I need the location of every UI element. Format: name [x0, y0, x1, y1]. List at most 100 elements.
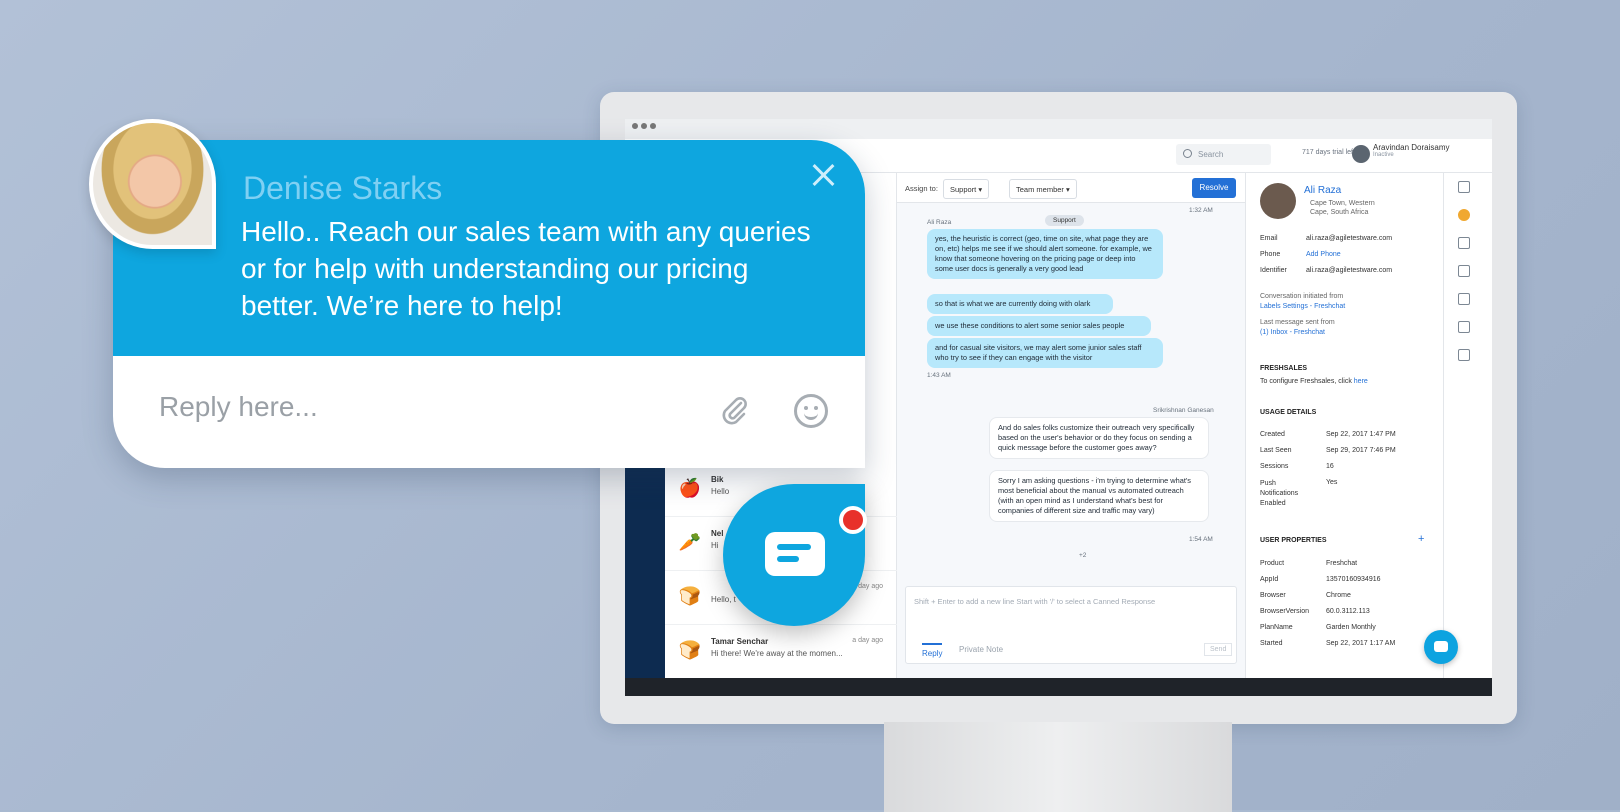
- bread-avatar: 🍞: [678, 640, 702, 660]
- conv-name: Bik: [711, 475, 724, 484]
- contact-location: Cape Town, Western Cape, South Africa: [1310, 200, 1375, 216]
- usage-value: Sep 22, 2017 1:47 PM: [1326, 431, 1396, 438]
- usage-value: 16: [1326, 463, 1334, 470]
- mini-chat-launcher[interactable]: [1424, 630, 1458, 664]
- contact-icon[interactable]: [1458, 181, 1470, 193]
- conversation-toolbar: Assign to: Support ▾ Team member ▾ Resol…: [897, 173, 1245, 203]
- integration-icon[interactable]: [1458, 265, 1470, 277]
- chart-icon[interactable]: [1458, 237, 1470, 249]
- prop-value: Freshchat: [1326, 560, 1358, 567]
- prop-value: Chrome: [1326, 592, 1351, 599]
- chat-widget: Denise Starks Hello.. Reach our sales te…: [113, 140, 865, 468]
- tab-reply[interactable]: Reply: [922, 643, 943, 658]
- conv-preview: Hello, t: [711, 595, 736, 604]
- search-icon: [1183, 149, 1192, 158]
- coin-icon[interactable]: [1458, 209, 1470, 221]
- apple-avatar: 🍎: [678, 478, 702, 498]
- usage-value: Sep 29, 2017 7:46 PM: [1326, 447, 1396, 454]
- close-icon[interactable]: [808, 160, 838, 190]
- freshsales-text: To configure Freshsales, click: [1260, 378, 1352, 385]
- reply-composer[interactable]: Shift + Enter to add a new line Start wi…: [905, 586, 1237, 664]
- grid-icon[interactable]: [1458, 349, 1470, 361]
- user-name: Aravindan Doraisamy: [1373, 143, 1450, 152]
- browser-topbar: [625, 119, 1492, 139]
- timestamp: 1:54 AM: [1189, 536, 1213, 543]
- conversation-pane: Assign to: Support ▾ Team member ▾ Resol…: [897, 173, 1245, 679]
- notification-dot: [839, 506, 867, 534]
- message-bubble: and for casual site visitors, we may ale…: [927, 338, 1163, 368]
- sender-label: Srikrishnan Ganesan: [1153, 407, 1214, 414]
- sender-label: Ali Raza: [927, 219, 952, 226]
- add-property-icon[interactable]: +: [1418, 533, 1424, 545]
- prop-key: Browser: [1260, 592, 1286, 599]
- list-item[interactable]: 🍞 Tamar Senchar Hi there! We're away at …: [665, 625, 897, 679]
- widget-message: Hello.. Reach our sales team with any qu…: [241, 216, 811, 321]
- message-bubble: so that is what we are currently doing w…: [927, 294, 1113, 314]
- bread-avatar: 🍞: [678, 586, 702, 606]
- carrot-avatar: 🥕: [678, 532, 702, 552]
- usage-key: Push Notifications Enabled: [1260, 480, 1299, 507]
- freshsales-heading: FRESHSALES: [1260, 365, 1308, 372]
- add-phone-link[interactable]: Add Phone: [1306, 251, 1341, 258]
- assign-label: Assign to:: [905, 184, 938, 193]
- agent-name: Denise Starks: [243, 170, 443, 206]
- conv-preview: Hi there! We're away at the momen...: [711, 649, 843, 658]
- person-icon[interactable]: [1458, 293, 1470, 305]
- email-label: Email: [1260, 235, 1278, 242]
- group-pill: Support: [1045, 215, 1084, 226]
- identifier-label: Identifier: [1260, 267, 1287, 274]
- timestamp: 1:43 AM: [927, 372, 951, 379]
- send-button[interactable]: Send: [1204, 643, 1233, 656]
- member-dropdown[interactable]: Team member ▾: [1009, 179, 1077, 199]
- usage-value: Yes: [1326, 479, 1338, 486]
- chat-launcher-button[interactable]: [723, 484, 867, 626]
- monitor-stand: [884, 722, 1232, 812]
- usage-key: Created: [1260, 431, 1285, 438]
- initiated-link[interactable]: Labels Settings - Freshchat: [1260, 303, 1345, 310]
- prop-key: Product: [1260, 560, 1285, 567]
- user-menu[interactable]: Aravindan Doraisamy Inactive: [1352, 143, 1450, 163]
- monitor-bezel: [625, 678, 1492, 696]
- freshsales-link[interactable]: here: [1354, 378, 1368, 385]
- user-status: Inactive: [1373, 152, 1394, 158]
- prop-value: Sep 22, 2017 1:17 AM: [1326, 640, 1396, 647]
- resolve-button[interactable]: Resolve: [1192, 178, 1236, 198]
- search-input[interactable]: Search: [1176, 144, 1271, 165]
- prop-key: PlanName: [1260, 624, 1293, 631]
- card-icon[interactable]: [1458, 321, 1470, 333]
- timestamp: 1:32 AM: [1189, 207, 1213, 214]
- prop-key: AppId: [1260, 576, 1279, 583]
- tab-private-note[interactable]: Private Note: [959, 645, 1003, 654]
- participants-more: +2: [1079, 552, 1087, 559]
- usage-key: Sessions: [1260, 463, 1289, 470]
- conv-name: Tamar Senchar: [711, 637, 769, 646]
- reply-input[interactable]: Reply here...: [159, 391, 318, 423]
- message-bubble: And do sales folks customize their outre…: [989, 417, 1209, 459]
- user-avatar: [1352, 145, 1370, 163]
- conv-preview: Hello: [711, 487, 730, 496]
- group-dropdown[interactable]: Support ▾: [943, 179, 990, 199]
- identifier-value: ali.raza@agiletestware.com: [1306, 267, 1393, 274]
- smiley-icon[interactable]: [794, 394, 828, 428]
- composer-placeholder: Shift + Enter to add a new line Start wi…: [914, 597, 1156, 606]
- window-dots: [632, 123, 656, 129]
- contact-avatar: [1260, 183, 1296, 219]
- widget-header: Denise Starks Hello.. Reach our sales te…: [113, 140, 865, 356]
- prop-value: 60.0.3112.113: [1326, 608, 1370, 615]
- contact-name[interactable]: Ali Raza: [1304, 185, 1341, 196]
- agent-avatar: [89, 119, 216, 249]
- paperclip-icon[interactable]: [719, 395, 749, 425]
- last-link[interactable]: (1) Inbox - Freshchat: [1260, 329, 1325, 336]
- trial-text: 717 days trial left: [1302, 149, 1355, 156]
- phone-label: Phone: [1260, 251, 1281, 258]
- search-placeholder: Search: [1198, 150, 1224, 159]
- prop-key: BrowserVersion: [1260, 608, 1310, 615]
- agent-photo: [93, 123, 212, 245]
- contact-panel: Ali Raza Cape Town, Western Cape, South …: [1245, 173, 1443, 679]
- chat-bubble-icon: [765, 532, 825, 576]
- last-label: Last message sent from: [1260, 319, 1335, 326]
- prop-key: Started: [1260, 640, 1283, 647]
- initiated-label: Conversation initiated from: [1260, 293, 1344, 300]
- properties-heading: USER PROPERTIES: [1260, 537, 1327, 544]
- conv-time: a day ago: [852, 637, 883, 644]
